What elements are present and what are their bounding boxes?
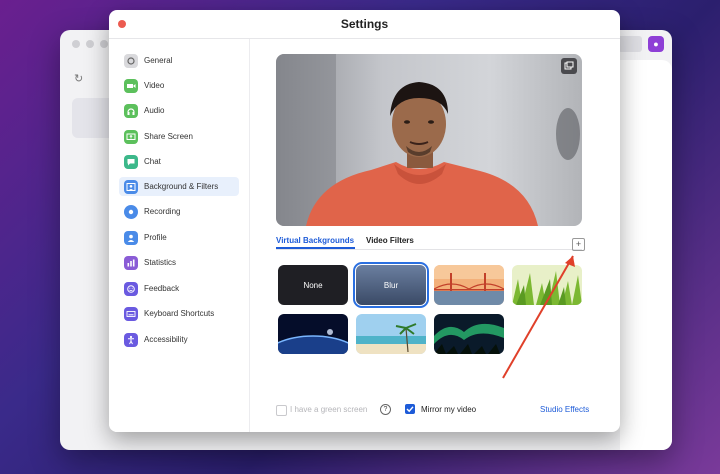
background-option-aurora[interactable] bbox=[434, 314, 504, 354]
sidebar-item-audio[interactable]: Audio bbox=[119, 101, 239, 120]
golden-gate-image bbox=[434, 265, 504, 305]
earth-image bbox=[278, 314, 348, 354]
window-title: Settings bbox=[340, 17, 389, 31]
background-content-area bbox=[620, 60, 672, 450]
background-option-label: None bbox=[303, 280, 323, 290]
help-icon[interactable]: ? bbox=[380, 404, 391, 415]
annotation-arrow bbox=[502, 255, 575, 379]
sidebar-item-general[interactable]: General bbox=[119, 51, 239, 70]
sidebar-item-label: Video bbox=[144, 81, 165, 90]
sidebar-item-share-screen[interactable]: Share Screen bbox=[119, 127, 239, 146]
tab-video-filters[interactable]: Video Filters bbox=[366, 236, 414, 245]
camera-preview-image bbox=[276, 54, 582, 226]
feedback-icon bbox=[124, 281, 138, 296]
background-option-label: Blur bbox=[383, 280, 399, 290]
chat-icon bbox=[124, 154, 138, 169]
sidebar-item-label: Profile bbox=[144, 233, 167, 242]
background-search-bar bbox=[618, 36, 642, 52]
video-icon bbox=[124, 78, 138, 93]
settings-sidebar: General Video Audio Share Screen Chat Ba… bbox=[109, 39, 250, 432]
mirror-video-label: Mirror my video bbox=[421, 405, 477, 414]
sidebar-item-video[interactable]: Video bbox=[119, 76, 239, 95]
app-logo-icon[interactable]: ● bbox=[648, 36, 664, 52]
background-option-blur[interactable]: Blur bbox=[353, 262, 429, 308]
sidebar-item-feedback[interactable]: Feedback bbox=[119, 279, 239, 298]
sidebar-item-chat[interactable]: Chat bbox=[119, 152, 239, 171]
sidebar-item-label: General bbox=[144, 56, 173, 65]
mirror-video-checkbox[interactable] bbox=[405, 404, 415, 414]
sidebar-item-label: Audio bbox=[144, 106, 165, 115]
sidebar-item-profile[interactable]: Profile bbox=[119, 228, 239, 247]
beach-image bbox=[356, 314, 426, 354]
accessibility-icon bbox=[124, 332, 138, 347]
sidebar-item-keyboard-shortcuts[interactable]: Keyboard Shortcuts bbox=[119, 304, 239, 323]
sidebar-item-label: Keyboard Shortcuts bbox=[144, 309, 215, 318]
profile-icon bbox=[124, 230, 138, 245]
sidebar-item-label: Chat bbox=[144, 157, 161, 166]
share-screen-icon bbox=[124, 129, 138, 144]
refresh-icon[interactable]: ↻ bbox=[74, 72, 83, 85]
studio-effects-link[interactable]: Studio Effects bbox=[540, 405, 589, 414]
tab-virtual-backgrounds[interactable]: Virtual Backgrounds bbox=[276, 236, 354, 245]
sidebar-item-background-filters[interactable]: Background & Filters bbox=[119, 177, 239, 196]
aurora-image bbox=[434, 314, 504, 354]
background-option-golden-gate[interactable] bbox=[434, 265, 504, 305]
gear-icon bbox=[124, 53, 138, 68]
statistics-icon bbox=[124, 255, 138, 270]
sidebar-item-accessibility[interactable]: Accessibility bbox=[119, 330, 239, 349]
active-tab-indicator bbox=[276, 247, 355, 249]
recording-icon bbox=[124, 204, 138, 219]
sidebar-item-label: Background & Filters bbox=[144, 182, 219, 191]
green-screen-label: I have a green screen bbox=[290, 405, 368, 414]
picture-in-picture-icon[interactable] bbox=[561, 58, 577, 74]
sidebar-item-recording[interactable]: Recording bbox=[119, 202, 239, 221]
sidebar-item-label: Recording bbox=[144, 207, 181, 216]
background-option-earth[interactable] bbox=[278, 314, 348, 354]
title-bar: Settings bbox=[109, 10, 620, 39]
sidebar-item-label: Share Screen bbox=[144, 132, 193, 141]
background-option-none[interactable]: None bbox=[278, 265, 348, 305]
checkmark-icon bbox=[406, 406, 414, 413]
window-controls bbox=[72, 40, 108, 48]
sidebar-item-label: Feedback bbox=[144, 284, 180, 293]
green-screen-checkbox[interactable] bbox=[276, 405, 287, 416]
sidebar-item-label: Statistics bbox=[144, 258, 177, 267]
keyboard-icon bbox=[124, 306, 138, 321]
background-option-beach[interactable] bbox=[356, 314, 426, 354]
background-icon bbox=[124, 179, 138, 194]
camera-preview bbox=[276, 54, 582, 226]
headphones-icon bbox=[124, 103, 138, 118]
sidebar-item-label: Accessibility bbox=[144, 335, 188, 344]
sidebar-item-statistics[interactable]: Statistics bbox=[119, 253, 239, 272]
